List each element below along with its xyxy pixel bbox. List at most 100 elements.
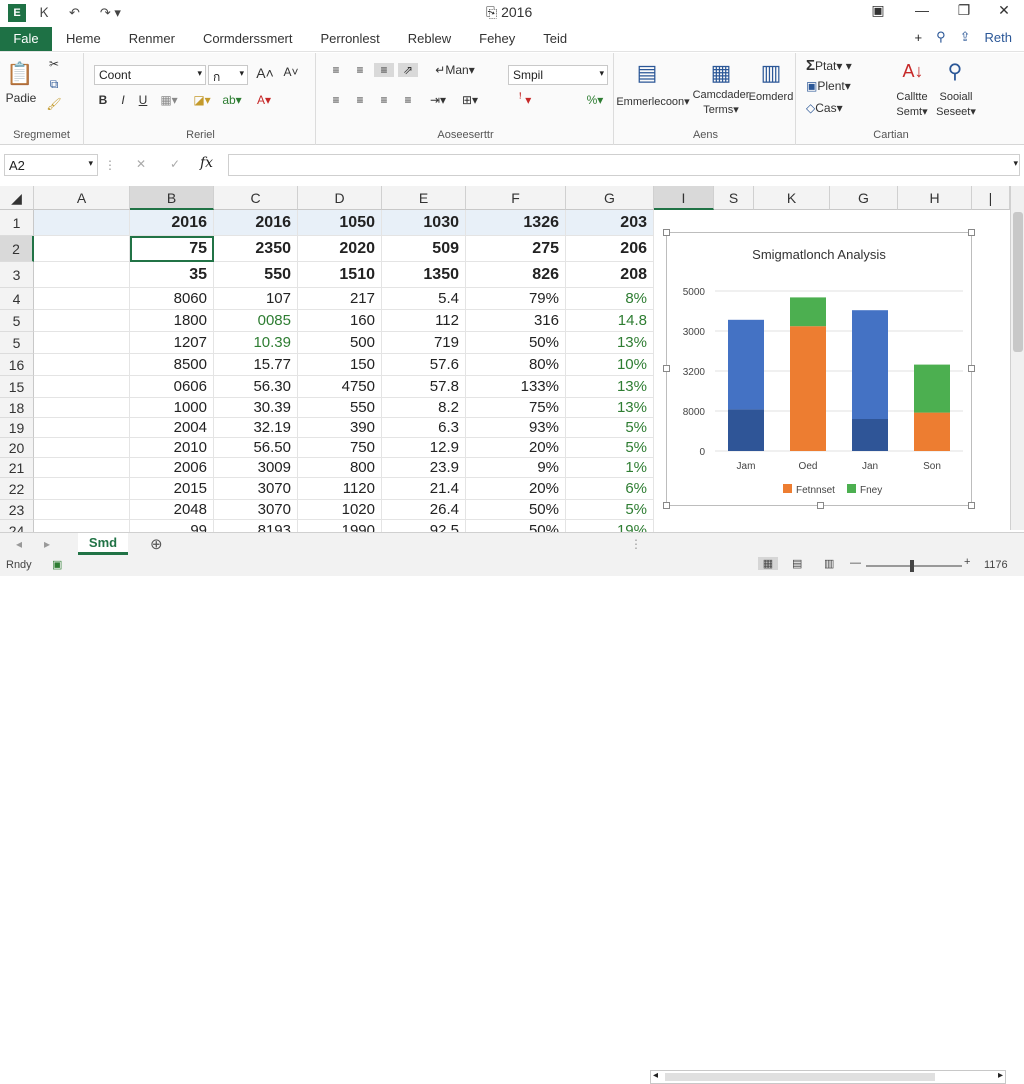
next-sheet-icon[interactable]: ▸: [44, 537, 50, 551]
align-left-icon[interactable]: ≡: [326, 93, 346, 107]
cell[interactable]: 1800: [130, 310, 214, 332]
cell[interactable]: [34, 398, 130, 418]
borders-icon[interactable]: ▦▾: [156, 93, 182, 107]
cell[interactable]: 107: [214, 288, 298, 310]
row-header[interactable]: 5: [0, 310, 34, 332]
justify-icon[interactable]: ≡: [398, 93, 418, 107]
cell[interactable]: [34, 310, 130, 332]
cell[interactable]: 316: [466, 310, 566, 332]
cell[interactable]: 133%: [466, 376, 566, 398]
align-middle-icon[interactable]: ≡: [350, 63, 370, 77]
cell[interactable]: 80%: [466, 354, 566, 376]
cell[interactable]: 9%: [466, 458, 566, 478]
cell[interactable]: [34, 500, 130, 520]
align-top-icon[interactable]: ≡: [326, 63, 346, 77]
cell[interactable]: 2020: [298, 236, 382, 262]
format-as-table-icon[interactable]: ▦: [706, 57, 736, 89]
cell[interactable]: 390: [298, 418, 382, 438]
cell[interactable]: 0606: [130, 376, 214, 398]
cell[interactable]: 2048: [130, 500, 214, 520]
cell[interactable]: 160: [298, 310, 382, 332]
zoom-level[interactable]: 1176: [984, 559, 1008, 571]
cell[interactable]: 13%: [566, 332, 654, 354]
cell[interactable]: 1020: [298, 500, 382, 520]
cell[interactable]: 8%: [566, 288, 654, 310]
copy-icon[interactable]: ⧉: [44, 77, 64, 92]
cell[interactable]: 550: [214, 262, 298, 288]
cell[interactable]: 112: [382, 310, 466, 332]
cell[interactable]: 2010: [130, 438, 214, 458]
column-header[interactable]: F: [466, 186, 566, 210]
bar-segment[interactable]: [790, 326, 826, 451]
cell[interactable]: 2016: [130, 210, 214, 236]
cell[interactable]: 1030: [382, 210, 466, 236]
row-header[interactable]: 18: [0, 398, 34, 418]
column-header[interactable]: D: [298, 186, 382, 210]
horizontal-scroll-thumb[interactable]: [665, 1073, 935, 1081]
bar-segment[interactable]: [852, 419, 888, 451]
italic-button[interactable]: I: [114, 93, 132, 107]
macro-record-icon[interactable]: ▣: [52, 558, 62, 571]
cell[interactable]: 2015: [130, 478, 214, 500]
row-header[interactable]: 3: [0, 262, 34, 288]
cell[interactable]: 203: [566, 210, 654, 236]
share-button[interactable]: Reth: [985, 30, 1012, 45]
paste-button[interactable]: Padie: [6, 91, 37, 105]
row-header[interactable]: 2: [0, 236, 34, 262]
cell[interactable]: 2016: [214, 210, 298, 236]
format-as-table-button[interactable]: Camcdader: [690, 89, 752, 101]
cell[interactable]: 30.39: [214, 398, 298, 418]
cell[interactable]: [34, 354, 130, 376]
cell[interactable]: 75: [130, 236, 214, 262]
zoom-out-icon[interactable]: —: [850, 557, 861, 569]
merge-icon[interactable]: ⊞▾: [456, 93, 484, 107]
tab-view[interactable]: Teid: [543, 31, 567, 46]
bar-segment[interactable]: [914, 364, 950, 413]
cell[interactable]: 20%: [466, 478, 566, 500]
cell[interactable]: 5.4: [382, 288, 466, 310]
row-header[interactable]: 21: [0, 458, 34, 478]
column-header[interactable]: S: [714, 186, 754, 210]
row-header[interactable]: 23: [0, 500, 34, 520]
bar-segment[interactable]: [852, 310, 888, 419]
ribbon-display-icon[interactable]: ▣: [858, 2, 898, 19]
font-color-icon[interactable]: A▾: [252, 93, 276, 107]
font-size-select[interactable]: ก ▾: [208, 65, 248, 85]
cell[interactable]: 550: [298, 398, 382, 418]
cell[interactable]: 79%: [466, 288, 566, 310]
cell[interactable]: [34, 376, 130, 398]
cancel-icon[interactable]: ✕: [136, 157, 146, 171]
paste-icon[interactable]: 📋: [6, 59, 34, 89]
add-sheet-icon[interactable]: ⊕: [150, 535, 163, 553]
cell[interactable]: 1510: [298, 262, 382, 288]
sort-filter-button[interactable]: Calltte: [892, 91, 932, 103]
cell[interactable]: 6.3: [382, 418, 466, 438]
normal-view-icon[interactable]: ▦: [758, 557, 778, 570]
column-header[interactable]: G: [830, 186, 898, 210]
cell[interactable]: 12.9: [382, 438, 466, 458]
bar-segment[interactable]: [728, 409, 764, 451]
cell[interactable]: 3070: [214, 500, 298, 520]
cell[interactable]: [34, 418, 130, 438]
cell[interactable]: 35: [130, 262, 214, 288]
cell[interactable]: 2350: [214, 236, 298, 262]
column-header[interactable]: E: [382, 186, 466, 210]
cell[interactable]: 1050: [298, 210, 382, 236]
cell[interactable]: 826: [466, 262, 566, 288]
grow-font-icon[interactable]: A˄: [254, 65, 276, 81]
cell[interactable]: 23.9: [382, 458, 466, 478]
cell[interactable]: 206: [566, 236, 654, 262]
horizontal-scrollbar[interactable]: ◂ ▸: [650, 1070, 1006, 1084]
cell[interactable]: [34, 210, 130, 236]
bold-button[interactable]: B: [94, 93, 112, 107]
highlight-icon[interactable]: ab▾: [220, 93, 244, 107]
zoom-slider-thumb[interactable]: [910, 560, 914, 572]
cell[interactable]: 1%: [566, 458, 654, 478]
row-header[interactable]: 4: [0, 288, 34, 310]
cell[interactable]: 3009: [214, 458, 298, 478]
underline-button[interactable]: U: [134, 93, 152, 107]
undo-icon[interactable]: ↶: [63, 5, 86, 21]
cell[interactable]: 8.2: [382, 398, 466, 418]
column-header[interactable]: |: [972, 186, 1010, 210]
cell[interactable]: 50%: [466, 332, 566, 354]
